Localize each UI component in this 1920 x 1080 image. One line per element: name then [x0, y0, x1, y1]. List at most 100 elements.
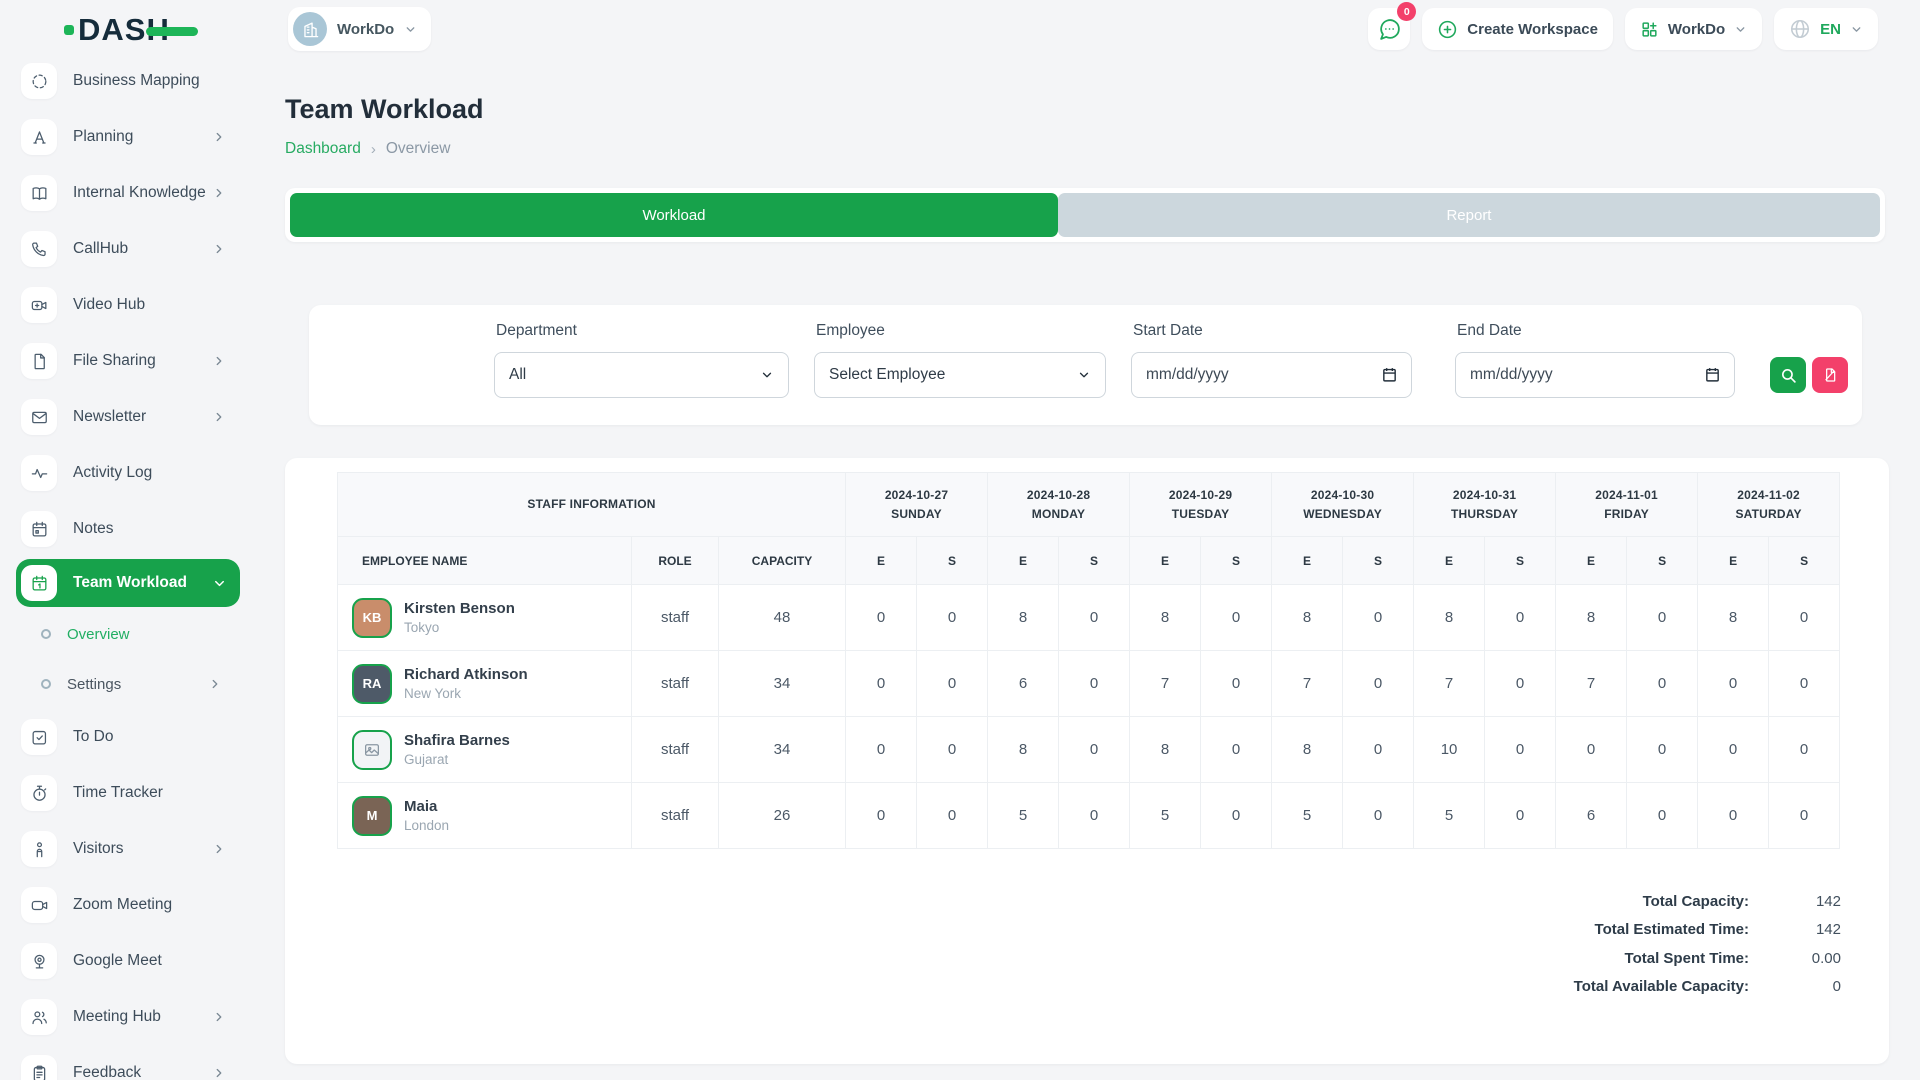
start-date-input[interactable] — [1131, 352, 1412, 398]
check-square-icon — [21, 719, 57, 755]
chevron-right-icon — [212, 1010, 226, 1024]
hours-cell: 6 — [1556, 783, 1627, 849]
sidebar-item-newsletter[interactable]: Newsletter — [0, 389, 283, 445]
workdo-menu-button[interactable]: WorkDo — [1625, 8, 1762, 50]
sidebar-item-team-workload[interactable]: Team Workload — [0, 557, 283, 609]
chevron-right-icon — [212, 842, 226, 856]
capacity-cell: 34 — [719, 717, 846, 783]
employee-location: Tokyo — [404, 620, 515, 635]
search-button[interactable] — [1770, 357, 1806, 393]
tab-workload[interactable]: Workload — [290, 193, 1058, 237]
sidebar-item-time-tracker[interactable]: Time Tracker — [0, 765, 283, 821]
sidebar-item-google-meet[interactable]: Google Meet — [0, 933, 283, 989]
hours-cell: 0 — [1485, 783, 1556, 849]
sidebar-item-label: File Sharing — [73, 352, 156, 370]
hours-cell: 8 — [1698, 585, 1769, 651]
sidebar-item-business-mapping[interactable]: Business Mapping — [0, 58, 283, 109]
messages-badge: 0 — [1397, 2, 1416, 21]
clear-filter-icon — [1822, 367, 1838, 383]
sidebar-item-activity-log[interactable]: Activity Log — [0, 445, 283, 501]
chat-bubble-icon — [1377, 17, 1402, 42]
day-header: 2024-11-02SATURDAY — [1698, 473, 1840, 537]
capacity-cell: 48 — [719, 585, 846, 651]
sidebar-item-visitors[interactable]: Visitors — [0, 821, 283, 877]
table-row: Shafira BarnesGujaratstaff34008080801000… — [338, 717, 1840, 783]
sidebar-item-label: Meeting Hub — [73, 1008, 161, 1026]
chevron-down-icon — [212, 576, 227, 591]
sidebar-item-file-sharing[interactable]: File Sharing — [0, 333, 283, 389]
tab-report[interactable]: Report — [1058, 193, 1880, 237]
hours-cell: 0 — [1059, 783, 1130, 849]
messages-button[interactable]: 0 — [1368, 8, 1410, 50]
chevron-down-icon — [1850, 23, 1863, 36]
hours-cell: 5 — [1130, 783, 1201, 849]
sidebar-item-label: Business Mapping — [73, 72, 200, 90]
department-select[interactable]: All — [494, 352, 789, 398]
hours-cell: 8 — [988, 585, 1059, 651]
table-row: MMaiaLondonstaff2600505050506000 — [338, 783, 1840, 849]
sidebar-item-label: Visitors — [73, 840, 124, 858]
plus-circle-icon — [1437, 19, 1458, 40]
total-row: Total Estimated Time:142 — [1564, 920, 1841, 940]
hours-cell: 0 — [1485, 717, 1556, 783]
hours-cell: 0 — [846, 585, 917, 651]
hours-cell: 0 — [1343, 651, 1414, 717]
employee-cell: Shafira BarnesGujarat — [338, 717, 632, 783]
sidebar-item-label: To Do — [73, 728, 114, 746]
sidebar-item-zoom-meeting[interactable]: Zoom Meeting — [0, 877, 283, 933]
employee-select[interactable]: Select Employee — [814, 352, 1106, 398]
workspace-switcher[interactable]: WorkDo — [288, 7, 431, 51]
sidebar-item-feedback[interactable]: Feedback — [0, 1045, 283, 1080]
employee-location: New York — [404, 686, 528, 701]
bullet-circle-icon — [41, 629, 51, 639]
end-date-input[interactable] — [1455, 352, 1735, 398]
day-header: 2024-10-31THURSDAY — [1414, 473, 1556, 537]
sidebar-item-video-hub[interactable]: Video Hub — [0, 277, 283, 333]
role-cell: staff — [632, 651, 719, 717]
breadcrumb-current: Overview — [386, 140, 451, 158]
sidebar-subitem-settings[interactable]: Settings — [0, 659, 283, 709]
grid-plus-icon — [1640, 20, 1659, 39]
total-label: Total Capacity: — [1564, 892, 1749, 912]
hours-cell: 8 — [1130, 717, 1201, 783]
column-header-s: S — [917, 537, 988, 585]
sidebar-item-meeting-hub[interactable]: Meeting Hub — [0, 989, 283, 1045]
video-plus-icon — [21, 287, 57, 323]
employee-name: Richard Atkinson — [404, 666, 528, 683]
filter-panel: Department All Employee Select Employee … — [309, 305, 1862, 425]
logo-dash-icon — [146, 27, 198, 36]
sidebar-item-label: Time Tracker — [73, 784, 163, 802]
sidebar-item-to-do[interactable]: To Do — [0, 709, 283, 765]
building-icon — [301, 20, 320, 39]
view-tabs: Workload Report — [285, 188, 1885, 242]
hours-cell: 8 — [1414, 585, 1485, 651]
sidebar-item-planning[interactable]: Planning — [0, 109, 283, 165]
hours-cell: 0 — [1769, 585, 1840, 651]
sidebar-item-notes[interactable]: Notes — [0, 501, 283, 557]
sidebar-item-label: Internal Knowledge — [73, 184, 206, 202]
table-row: KBKirsten BensonTokyostaff48008080808080… — [338, 585, 1840, 651]
reset-filter-button[interactable] — [1812, 357, 1848, 393]
create-workspace-button[interactable]: Create Workspace — [1422, 8, 1613, 50]
column-header-capacity: CAPACITY — [719, 537, 846, 585]
hours-cell: 6 — [988, 651, 1059, 717]
hours-cell: 7 — [1556, 651, 1627, 717]
breadcrumb: Dashboard › Overview — [285, 140, 450, 158]
breadcrumb-dashboard-link[interactable]: Dashboard — [285, 140, 361, 158]
employee-cell: RARichard AtkinsonNew York — [338, 651, 632, 717]
column-header-e: E — [1556, 537, 1627, 585]
language-selector[interactable]: EN — [1774, 8, 1878, 50]
hours-cell: 0 — [1059, 585, 1130, 651]
sidebar-subitem-overview[interactable]: Overview — [0, 609, 283, 659]
employee-name: Maia — [404, 798, 449, 815]
chevron-right-icon — [212, 186, 226, 200]
chevron-down-icon — [404, 23, 417, 36]
total-row: Total Capacity:142 — [1564, 892, 1841, 912]
sidebar-item-label: Planning — [73, 128, 133, 146]
font-icon — [21, 119, 57, 155]
column-header-role: ROLE — [632, 537, 719, 585]
column-header-s: S — [1059, 537, 1130, 585]
hours-cell: 0 — [1627, 651, 1698, 717]
sidebar-item-internal-knowledge[interactable]: Internal Knowledge — [0, 165, 283, 221]
sidebar-item-callhub[interactable]: CallHub — [0, 221, 283, 277]
